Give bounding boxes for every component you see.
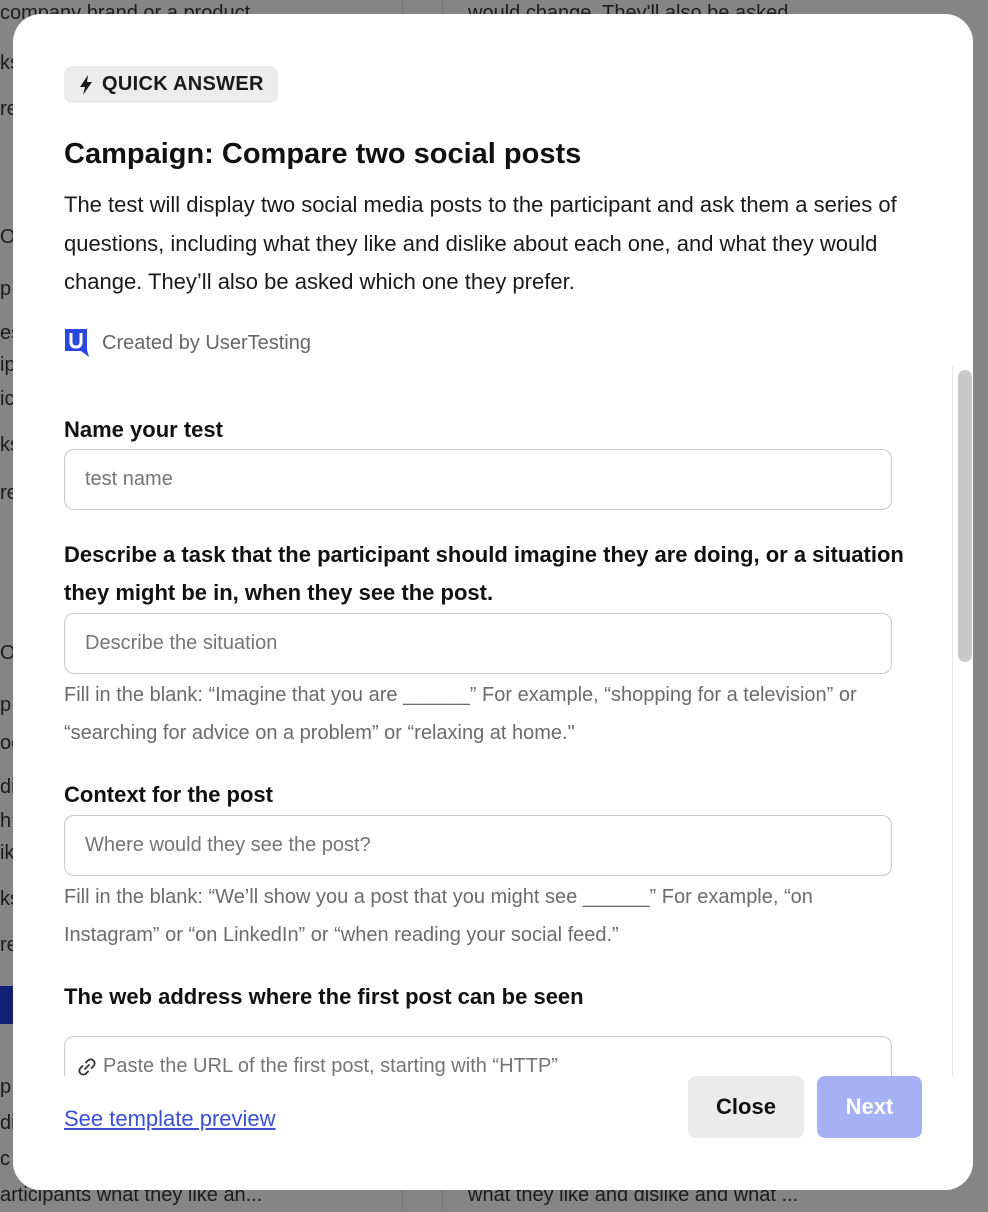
lightning-bolt-icon [80, 74, 92, 95]
situation-help-text: Fill in the blank: “Imagine that you are… [64, 684, 857, 744]
first-post-url-field[interactable] [64, 1036, 892, 1077]
scrollbar-thumb[interactable] [958, 370, 972, 662]
situation-label: Describe a task that the participant sho… [64, 542, 904, 605]
context-input[interactable] [64, 815, 892, 876]
link-icon [78, 1057, 96, 1076]
context-label: Context for the post [64, 782, 273, 807]
see-template-preview-link[interactable]: See template preview [64, 1106, 276, 1132]
creator-text: Created by UserTesting [102, 331, 311, 354]
close-button[interactable]: Close [688, 1076, 804, 1138]
url-label: The web address where the first post can… [64, 984, 584, 1009]
modal-title: Campaign: Compare two social posts [64, 138, 582, 170]
badge-label: QUICK ANSWER [102, 73, 264, 95]
test-name-label: Name your test [64, 417, 223, 442]
modal-description: The test will display two social media p… [64, 192, 897, 294]
test-name-input[interactable] [64, 449, 892, 510]
quick-answer-badge: QUICK ANSWER [64, 66, 278, 103]
next-button[interactable]: Next [817, 1076, 922, 1138]
context-help-text: Fill in the blank: “We’ll show you a pos… [64, 886, 813, 946]
form-scroll-area[interactable]: Name your test Describe a task that the … [13, 359, 973, 1077]
modal-footer: See template preview Close Next [13, 1076, 973, 1190]
usertesting-logo-icon [65, 329, 89, 357]
scrollbar[interactable] [952, 366, 972, 1081]
first-post-url-input[interactable] [103, 1055, 883, 1077]
situation-input[interactable] [64, 613, 892, 674]
template-modal: QUICK ANSWER Campaign: Compare two socia… [13, 14, 973, 1190]
creator-info: Created by UserTesting [64, 328, 311, 358]
